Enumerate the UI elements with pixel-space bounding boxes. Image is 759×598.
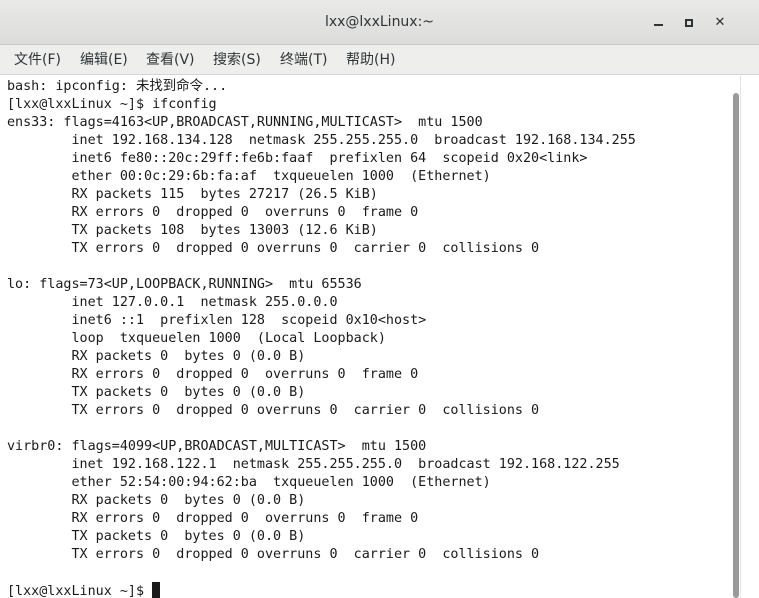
terminal-line: inet 192.168.122.1 netmask 255.255.255.0… <box>7 457 620 472</box>
terminal-line: inet 127.0.0.1 netmask 255.0.0.0 <box>7 295 338 310</box>
terminal-line: inet 192.168.134.128 netmask 255.255.255… <box>7 133 636 148</box>
window-title: lxx@lxxLinux:~ <box>324 14 435 30</box>
terminal-line: RX packets 0 bytes 0 (0.0 B) <box>7 349 306 364</box>
terminal-line: TX errors 0 dropped 0 overruns 0 carrier… <box>7 403 540 418</box>
terminal-line: RX errors 0 dropped 0 overruns 0 frame 0 <box>7 205 419 220</box>
prompt-line[interactable]: [lxx@lxxLinux ~]$ <box>7 582 728 598</box>
terminal-line: RX errors 0 dropped 0 overruns 0 frame 0 <box>7 511 419 526</box>
text-cursor <box>152 582 161 598</box>
terminal-line: virbr0: flags=4099<UP,BROADCAST,MULTICAS… <box>7 439 427 454</box>
menu-terminal[interactable]: 终端(T) <box>280 45 327 75</box>
terminal-line: bash: ipconfig: 未找到命令... <box>7 79 228 94</box>
terminal-line: RX packets 0 bytes 0 (0.0 B) <box>7 493 306 508</box>
maximize-button[interactable] <box>678 12 700 34</box>
terminal-line: TX errors 0 dropped 0 overruns 0 carrier… <box>7 547 540 562</box>
shell-prompt: [lxx@lxxLinux ~]$ <box>7 584 153 598</box>
close-button[interactable]: ✕ <box>709 12 731 34</box>
terminal-line: inet6 fe80::20c:29ff:fe6b:faaf prefixlen… <box>7 151 588 166</box>
scrollbar-thumb[interactable] <box>733 93 739 598</box>
terminal-line: TX packets 108 bytes 13003 (12.6 KiB) <box>7 223 378 238</box>
terminal-line: loop txqueuelen 1000 (Local Loopback) <box>7 331 386 346</box>
terminal-line: ens33: flags=4163<UP,BROADCAST,RUNNING,M… <box>7 115 483 130</box>
terminal-line: RX packets 115 bytes 27217 (26.5 KiB) <box>7 187 378 202</box>
close-icon: ✕ <box>714 15 726 30</box>
terminal-window: lxx@lxxLinux:~ ✕ 文件(F) 编辑(E) 查看(V) 搜索(S)… <box>0 0 759 598</box>
terminal-line: TX packets 0 bytes 0 (0.0 B) <box>7 529 306 544</box>
menu-help[interactable]: 帮助(H) <box>346 45 395 75</box>
menu-view[interactable]: 查看(V) <box>146 45 195 75</box>
terminal-line: RX errors 0 dropped 0 overruns 0 frame 0 <box>7 367 419 382</box>
terminal-line: TX packets 0 bytes 0 (0.0 B) <box>7 385 306 400</box>
terminal-line: TX errors 0 dropped 0 overruns 0 carrier… <box>7 241 540 256</box>
menu-search[interactable]: 搜索(S) <box>213 45 261 75</box>
menu-file[interactable]: 文件(F) <box>14 45 61 75</box>
maximize-icon <box>685 18 693 27</box>
terminal-line: [lxx@lxxLinux ~]$ ifconfig <box>7 97 217 112</box>
terminal-line: ether 00:0c:29:6b:fa:af txqueuelen 1000 … <box>7 169 491 184</box>
menu-bar: 文件(F) 编辑(E) 查看(V) 搜索(S) 终端(T) 帮助(H) <box>0 45 759 75</box>
terminal-output[interactable]: bash: ipconfig: 未找到命令... [lxx@lxxLinux ~… <box>0 76 728 598</box>
scrollbar-track <box>740 76 741 598</box>
menu-edit[interactable]: 编辑(E) <box>80 45 128 75</box>
minimize-icon <box>653 23 663 26</box>
terminal-line: lo: flags=73<UP,LOOPBACK,RUNNING> mtu 65… <box>7 277 362 292</box>
terminal-line: inet6 ::1 prefixlen 128 scopeid 0x10<hos… <box>7 313 427 328</box>
minimize-button[interactable] <box>647 12 669 34</box>
title-bar[interactable]: lxx@lxxLinux:~ ✕ <box>0 0 759 45</box>
terminal-line: ether 52:54:00:94:62:ba txqueuelen 1000 … <box>7 475 491 490</box>
